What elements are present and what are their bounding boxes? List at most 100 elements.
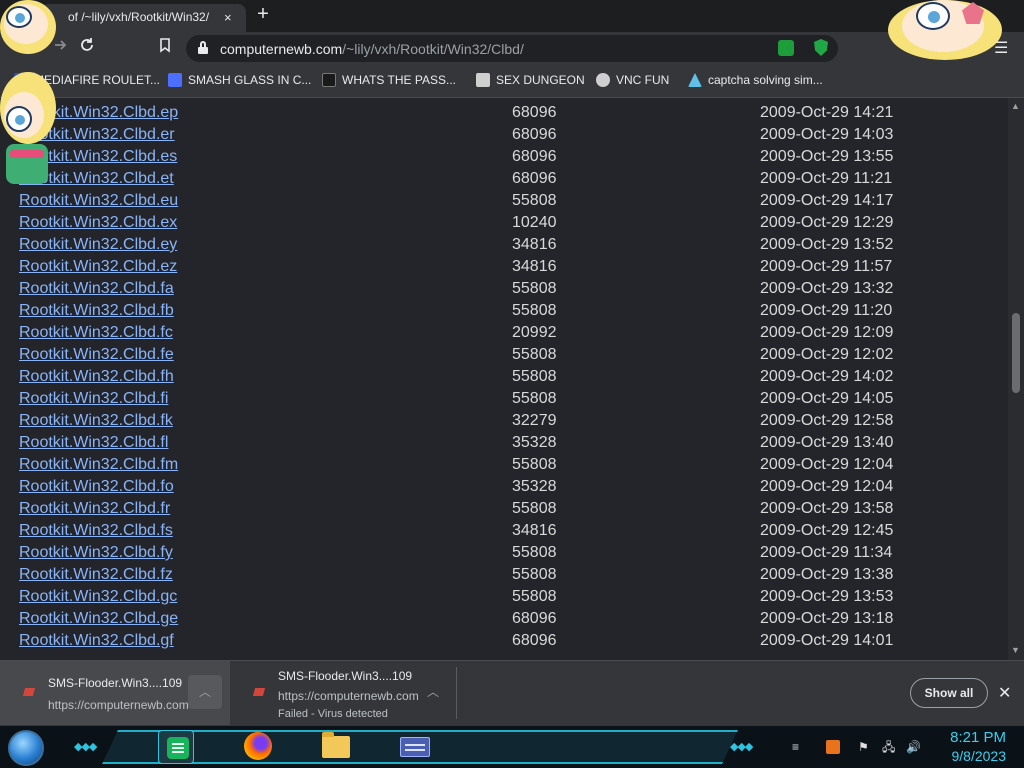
file-size: 34816 bbox=[512, 258, 557, 275]
bookmark-button[interactable] bbox=[154, 37, 176, 59]
file-link[interactable]: Rootkit.Win32.Clbd.ey bbox=[19, 236, 177, 254]
bookmark-item[interactable]: VNC FUN bbox=[596, 72, 669, 90]
table-row: Rootkit.Win32.Clbd.fe 55808 2009-Oct-29 12… bbox=[0, 343, 1000, 365]
file-link[interactable]: Rootkit.Win32.Clbd.fo bbox=[19, 478, 174, 496]
file-date: 2009-Oct-29 14:17 bbox=[760, 192, 894, 209]
table-row: Rootkit.Win32.Clbd.fy 55808 2009-Oct-29 11… bbox=[0, 541, 1000, 563]
file-date: 2009-Oct-29 14:21 bbox=[760, 104, 894, 121]
system-clock[interactable]: 8:21 PM 9/8/2023 bbox=[936, 728, 1006, 765]
scroll-down-icon[interactable]: ▼ bbox=[1011, 645, 1020, 655]
file-date: 2009-Oct-29 12:04 bbox=[760, 478, 894, 495]
table-row: Rootkit.Win32.Clbd.ep 68096 2009-Oct-29 14… bbox=[0, 101, 1000, 123]
file-size: 34816 bbox=[512, 236, 557, 253]
start-button[interactable] bbox=[8, 730, 44, 766]
file-link[interactable]: Rootkit.Win32.Clbd.gf bbox=[19, 632, 174, 650]
url-domain: computernewb.com bbox=[220, 41, 343, 57]
file-link[interactable]: Rootkit.Win32.Clbd.fs bbox=[19, 522, 173, 540]
file-link[interactable]: Rootkit.Win32.Clbd.ex bbox=[19, 214, 177, 232]
new-tab-button[interactable]: + bbox=[252, 4, 274, 26]
bookmark-label: captcha solving sim... bbox=[708, 73, 823, 87]
close-icon[interactable]: ✕ bbox=[998, 683, 1011, 703]
table-row: Rootkit.Win32.Clbd.er 68096 2009-Oct-29 14… bbox=[0, 123, 1000, 145]
file-link[interactable]: Rootkit.Win32.Clbd.fe bbox=[19, 346, 174, 364]
file-size: 55808 bbox=[512, 544, 557, 561]
file-date: 2009-Oct-29 11:57 bbox=[760, 258, 893, 275]
chevron-up-icon[interactable]: ︿ bbox=[416, 675, 450, 709]
file-date: 2009-Oct-29 13:38 bbox=[760, 566, 894, 583]
volume-icon[interactable]: 🔊 bbox=[906, 740, 921, 754]
table-row: Rootkit.Win32.Clbd.es 68096 2009-Oct-29 13… bbox=[0, 145, 1000, 167]
file-date: 2009-Oct-29 12:45 bbox=[760, 522, 894, 539]
decor-chevrons-icon: ◆◆◆ bbox=[730, 741, 753, 753]
shield-extension-icon[interactable] bbox=[814, 39, 828, 56]
tray-app-icon[interactable] bbox=[826, 740, 840, 754]
bookmark-item[interactable]: WHATS THE PASS... bbox=[322, 72, 456, 90]
character-sticker-top-left bbox=[0, 0, 64, 58]
tray-bars-icon[interactable]: ≡ bbox=[792, 740, 799, 754]
extension-icon[interactable] bbox=[778, 40, 794, 56]
browser-tab[interactable]: of /~lily/vxh/Rootkit/Win32/ × bbox=[40, 4, 246, 32]
file-link[interactable]: Rootkit.Win32.Clbd.fr bbox=[19, 500, 170, 518]
table-row: Rootkit.Win32.Clbd.fb 55808 2009-Oct-29 11… bbox=[0, 299, 1000, 321]
scroll-thumb[interactable] bbox=[1012, 313, 1020, 393]
cube-icon bbox=[476, 73, 490, 87]
file-link[interactable]: Rootkit.Win32.Clbd.fk bbox=[19, 412, 173, 430]
taskbar-window-app[interactable] bbox=[396, 730, 432, 764]
file-link[interactable]: Rootkit.Win32.Clbd.fh bbox=[19, 368, 174, 386]
table-row: Rootkit.Win32.Clbd.ex 10240 2009-Oct-29 12… bbox=[0, 211, 1000, 233]
file-link[interactable]: Rootkit.Win32.Clbd.fi bbox=[19, 390, 168, 408]
download-file-icon bbox=[252, 685, 266, 699]
file-size: 55808 bbox=[512, 390, 557, 407]
taskbar-firefox-app[interactable] bbox=[240, 730, 276, 764]
chevron-up-icon[interactable]: ︿ bbox=[188, 675, 222, 709]
file-date: 2009-Oct-29 13:55 bbox=[760, 148, 894, 165]
table-row: Rootkit.Win32.Clbd.fl 35328 2009-Oct-29 13… bbox=[0, 431, 1000, 453]
show-all-button[interactable]: Show all bbox=[910, 678, 988, 708]
download-item[interactable]: SMS-Flooder.Win3....109 https://computer… bbox=[230, 661, 456, 725]
file-size: 55808 bbox=[512, 280, 557, 297]
file-link[interactable]: Rootkit.Win32.Clbd.ez bbox=[19, 258, 177, 276]
file-link[interactable]: Rootkit.Win32.Clbd.fa bbox=[19, 280, 174, 298]
table-row: Rootkit.Win32.Clbd.fh 55808 2009-Oct-29 14… bbox=[0, 365, 1000, 387]
download-filename: SMS-Flooder.Win3....109 bbox=[48, 676, 183, 690]
download-item[interactable]: SMS-Flooder.Win3....109 https://computer… bbox=[0, 661, 230, 725]
file-link[interactable]: Rootkit.Win32.Clbd.fc bbox=[19, 324, 173, 342]
tab-close-icon[interactable]: × bbox=[224, 9, 232, 27]
file-link[interactable]: Rootkit.Win32.Clbd.fm bbox=[19, 456, 178, 474]
file-link[interactable]: Rootkit.Win32.Clbd.fl bbox=[19, 434, 168, 452]
url-text[interactable]: computernewb.com/~lily/vxh/Rootkit/Win32… bbox=[220, 41, 524, 57]
file-date: 2009-Oct-29 14:02 bbox=[760, 368, 894, 385]
file-link[interactable]: Rootkit.Win32.Clbd.ge bbox=[19, 610, 178, 628]
taskbar-notes-app[interactable] bbox=[158, 730, 194, 764]
scroll-up-icon[interactable]: ▲ bbox=[1011, 101, 1020, 111]
scrollbar[interactable]: ▲ ▼ bbox=[1008, 98, 1024, 660]
file-size: 68096 bbox=[512, 610, 557, 627]
file-link[interactable]: Rootkit.Win32.Clbd.eu bbox=[19, 192, 178, 210]
file-link[interactable]: Rootkit.Win32.Clbd.gc bbox=[19, 588, 177, 606]
file-link[interactable]: Rootkit.Win32.Clbd.fy bbox=[19, 544, 173, 562]
bookmark-label: SEX DUNGEON bbox=[496, 73, 585, 87]
file-date: 2009-Oct-29 11:21 bbox=[760, 170, 893, 187]
bookmark-item[interactable]: captcha solving sim... bbox=[688, 72, 823, 90]
lock-icon[interactable] bbox=[198, 41, 208, 55]
taskbar-explorer-app[interactable] bbox=[318, 730, 354, 764]
bookmark-item[interactable]: SMASH GLASS IN C... bbox=[168, 72, 311, 90]
reload-button[interactable] bbox=[76, 37, 98, 59]
file-date: 2009-Oct-29 11:20 bbox=[760, 302, 893, 319]
a-icon bbox=[688, 73, 702, 87]
table-row: Rootkit.Win32.Clbd.et 68096 2009-Oct-29 11… bbox=[0, 167, 1000, 189]
character-sticker-top-right bbox=[888, 0, 1002, 62]
file-link[interactable]: Rootkit.Win32.Clbd.fz bbox=[19, 566, 173, 584]
table-row: Rootkit.Win32.Clbd.ge 68096 2009-Oct-29 13… bbox=[0, 607, 1000, 629]
file-date: 2009-Oct-29 12:09 bbox=[760, 324, 894, 341]
bookmark-item[interactable]: SEX DUNGEON bbox=[476, 72, 585, 90]
file-link[interactable]: Rootkit.Win32.Clbd.fb bbox=[19, 302, 174, 320]
action-center-flag-icon[interactable]: ⚑ bbox=[858, 740, 869, 754]
file-size: 68096 bbox=[512, 148, 557, 165]
divider bbox=[456, 667, 457, 719]
network-icon[interactable]: 🖧 bbox=[882, 740, 895, 754]
download-file-icon bbox=[22, 685, 36, 699]
file-size: 55808 bbox=[512, 566, 557, 583]
table-row: Rootkit.Win32.Clbd.fr 55808 2009-Oct-29 13… bbox=[0, 497, 1000, 519]
address-bar[interactable]: computernewb.com/~lily/vxh/Rootkit/Win32… bbox=[186, 35, 838, 62]
